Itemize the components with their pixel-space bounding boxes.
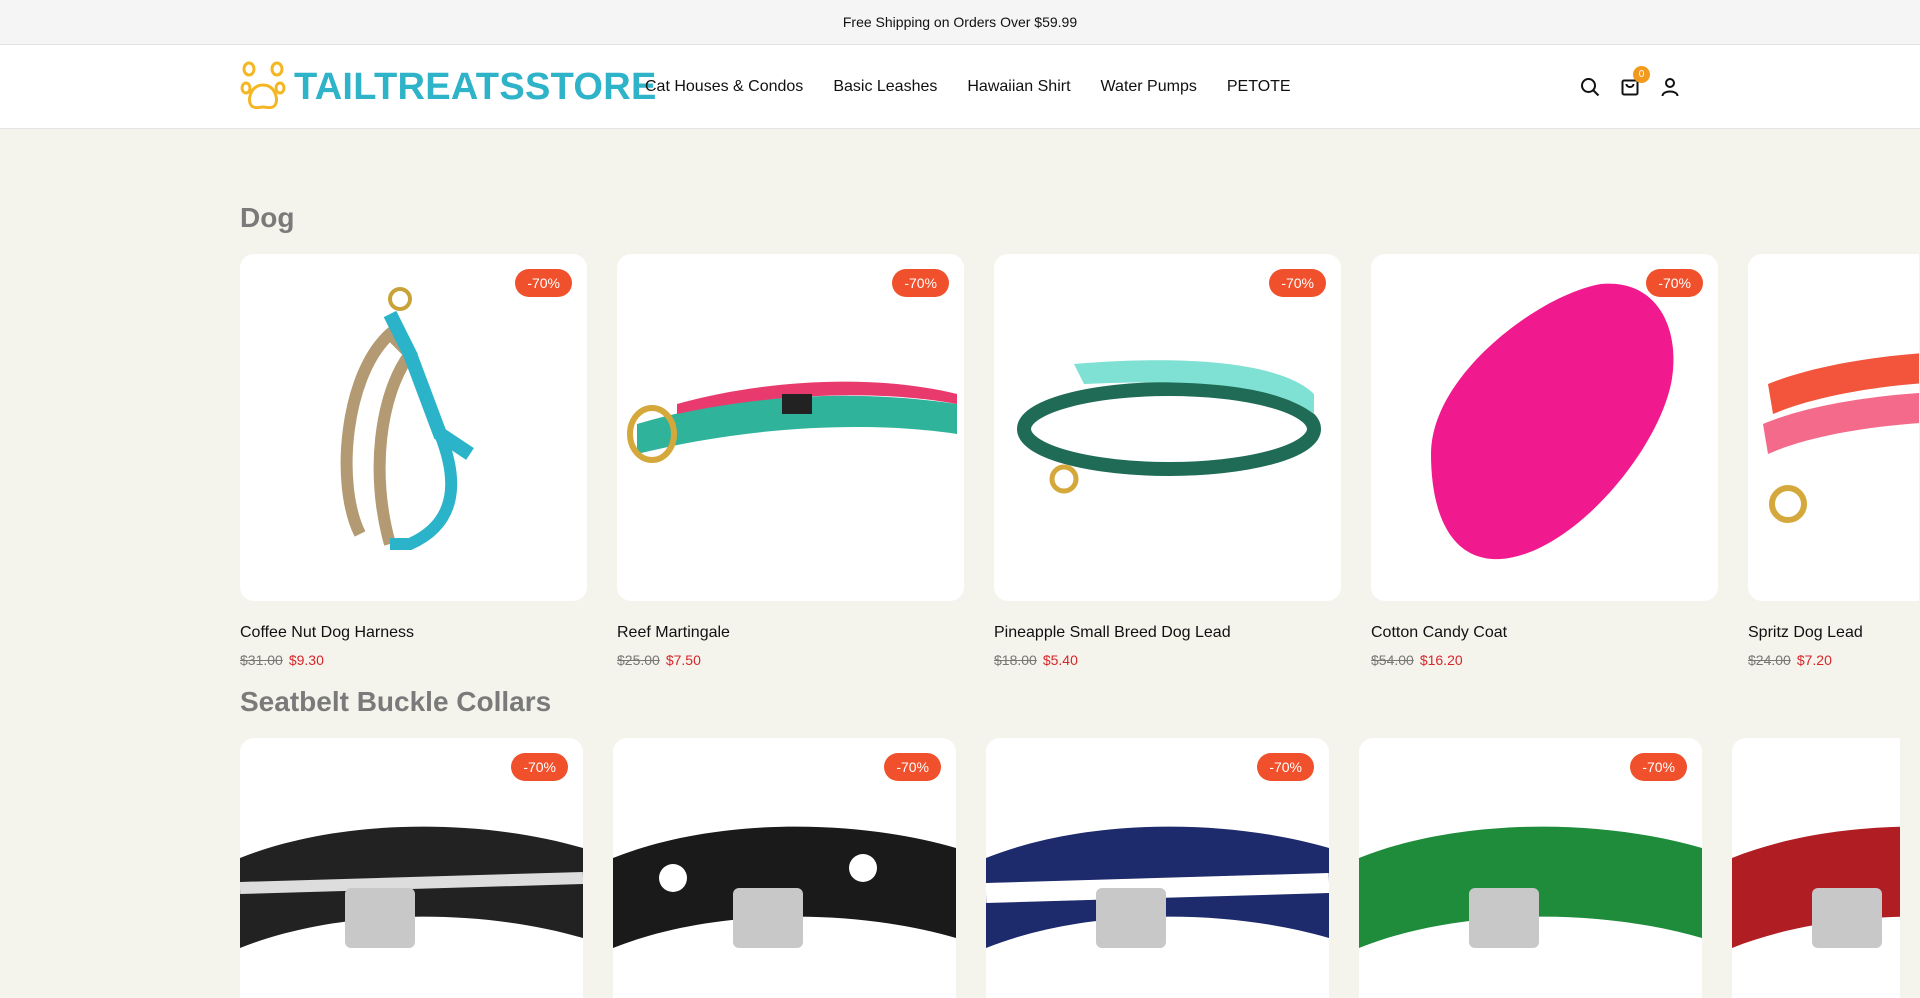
- sale-price: $5.40: [1042, 652, 1078, 668]
- lead-image: [1017, 360, 1321, 494]
- martingale-image: [627, 381, 957, 463]
- nav-basic-leashes[interactable]: Basic Leashes: [833, 78, 937, 96]
- product-title[interactable]: Cotton Candy Coat: [1371, 624, 1718, 642]
- product-row-dog: -70% Coffee Nut Dog Harness $31.00 $9.30 …: [240, 254, 1919, 668]
- announcement-text: Free Shipping on Orders Over $59.99: [842, 14, 1078, 30]
- coat-image: [1431, 283, 1674, 560]
- sale-price: $16.20: [1419, 652, 1463, 668]
- product-title[interactable]: Spritz Dog Lead: [1748, 624, 1919, 642]
- spritz-lead-image: [1763, 353, 1919, 523]
- product-title[interactable]: Coffee Nut Dog Harness: [240, 624, 587, 642]
- product-image[interactable]: -70%: [994, 254, 1341, 601]
- cart-icon[interactable]: 0: [1618, 66, 1650, 99]
- sale-price: $7.50: [665, 652, 701, 668]
- discount-badge: -70%: [511, 753, 568, 781]
- product-price: $31.00 $9.30: [240, 652, 587, 668]
- nav-hawaiian-shirt[interactable]: Hawaiian Shirt: [967, 78, 1070, 96]
- product-card[interactable]: -70% Reef Martingale $25.00 $7.50: [617, 254, 964, 668]
- product-title[interactable]: Pineapple Small Breed Dog Lead: [994, 624, 1341, 642]
- product-image[interactable]: -70%: [240, 254, 587, 601]
- product-price: $25.00 $7.50: [617, 652, 964, 668]
- original-price: $24.00: [1748, 652, 1791, 668]
- discount-badge: -70%: [1269, 269, 1326, 297]
- main-nav: Cat Houses & Condos Basic Leashes Hawaii…: [645, 45, 1291, 129]
- product-price: $24.00 $7.20: [1748, 652, 1919, 668]
- original-price: $54.00: [1371, 652, 1414, 668]
- discount-badge: -70%: [884, 753, 941, 781]
- product-image[interactable]: -70%: [613, 738, 956, 998]
- product-card[interactable]: -70%: [240, 738, 583, 998]
- product-card[interactable]: [1732, 738, 1900, 998]
- product-image[interactable]: -70%: [240, 738, 583, 998]
- nav-water-pumps[interactable]: Water Pumps: [1101, 78, 1197, 96]
- product-image[interactable]: -70%: [1359, 738, 1702, 998]
- harness-image: [340, 287, 474, 550]
- original-price: $18.00: [994, 652, 1037, 668]
- product-card[interactable]: -70% Coffee Nut Dog Harness $31.00 $9.30: [240, 254, 587, 668]
- announcement-bar: Free Shipping on Orders Over $59.99: [0, 0, 1920, 45]
- brand-name: TAILTREATSSTORE: [294, 66, 657, 108]
- product-image[interactable]: -70%: [1371, 254, 1718, 601]
- product-image[interactable]: -70%: [986, 738, 1329, 998]
- user-icon[interactable]: [1658, 75, 1682, 99]
- collar-image: [1732, 826, 1900, 948]
- product-row-seatbelt-collars: -70% -70% -70% -70%: [240, 738, 1900, 998]
- nav-petote[interactable]: PETOTE: [1227, 78, 1291, 96]
- discount-badge: -70%: [515, 269, 572, 297]
- header-actions: 0: [1578, 45, 1682, 129]
- product-card[interactable]: -70%: [613, 738, 956, 998]
- original-price: $25.00: [617, 652, 660, 668]
- paw-icon: [240, 61, 286, 113]
- product-card[interactable]: -70% Cotton Candy Coat $54.00 $16.20: [1371, 254, 1718, 668]
- nav-cat-houses[interactable]: Cat Houses & Condos: [645, 78, 803, 96]
- site-header: TAILTREATSSTORE Cat Houses & Condos Basi…: [0, 45, 1920, 129]
- product-price: $18.00 $5.40: [994, 652, 1341, 668]
- product-price: $54.00 $16.20: [1371, 652, 1718, 668]
- discount-badge: -70%: [1630, 753, 1687, 781]
- discount-badge: -70%: [1257, 753, 1314, 781]
- product-image[interactable]: [1732, 738, 1900, 998]
- product-image[interactable]: [1748, 254, 1919, 601]
- product-card[interactable]: -70% Pineapple Small Breed Dog Lead $18.…: [994, 254, 1341, 668]
- section-title-seatbelt-collars: Seatbelt Buckle Collars: [240, 686, 552, 717]
- brand-logo[interactable]: TAILTREATSSTORE: [240, 61, 657, 113]
- original-price: $31.00: [240, 652, 283, 668]
- discount-badge: -70%: [1646, 269, 1703, 297]
- search-icon[interactable]: [1578, 75, 1602, 99]
- sale-price: $9.30: [288, 652, 324, 668]
- product-title[interactable]: Reef Martingale: [617, 624, 964, 642]
- product-image[interactable]: -70%: [617, 254, 964, 601]
- product-card[interactable]: -70%: [1359, 738, 1702, 998]
- discount-badge: -70%: [892, 269, 949, 297]
- sale-price: $7.20: [1796, 652, 1832, 668]
- product-card[interactable]: Spritz Dog Lead $24.00 $7.20: [1748, 254, 1919, 668]
- cart-count-badge: 0: [1633, 66, 1650, 83]
- product-card[interactable]: -70%: [986, 738, 1329, 998]
- section-title-dog: Dog: [240, 202, 295, 233]
